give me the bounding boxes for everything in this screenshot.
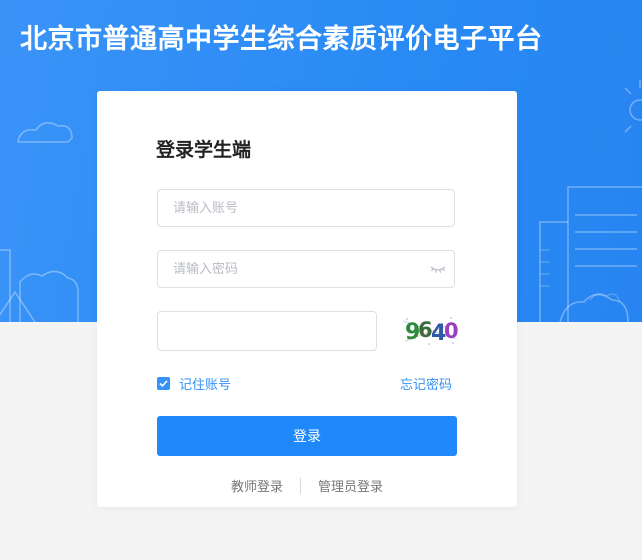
captcha-image[interactable]: 9 6 4 0 <box>401 313 459 347</box>
svg-text:0: 0 <box>444 319 459 343</box>
eye-closed-icon[interactable] <box>430 263 446 275</box>
checkbox-checked-icon[interactable] <box>157 377 170 390</box>
forgot-password-link[interactable]: 忘记密码 <box>400 374 452 393</box>
login-card: 登录学生端 9 6 4 0 记住账号 忘记密码 登录 教师登录 管理员登录 <box>97 91 517 507</box>
remember-account-checkbox[interactable]: 记住账号 <box>157 374 231 393</box>
login-title: 登录学生端 <box>156 139 252 161</box>
password-input[interactable] <box>158 251 413 287</box>
alternate-login-links: 教师登录 管理员登录 <box>97 476 517 495</box>
link-divider <box>300 477 301 494</box>
captcha-field-wrapper <box>157 311 378 351</box>
account-field-wrapper <box>157 189 455 227</box>
remember-account-label[interactable]: 记住账号 <box>179 374 231 393</box>
admin-login-link[interactable]: 管理员登录 <box>318 476 383 495</box>
login-button[interactable]: 登录 <box>157 416 457 456</box>
account-input[interactable] <box>158 190 413 226</box>
teacher-login-link[interactable]: 教师登录 <box>231 476 283 495</box>
captcha-input[interactable] <box>158 312 378 350</box>
password-field-wrapper <box>157 250 455 288</box>
page-title: 北京市普通高中学生综合素质评价电子平台 <box>20 24 543 55</box>
